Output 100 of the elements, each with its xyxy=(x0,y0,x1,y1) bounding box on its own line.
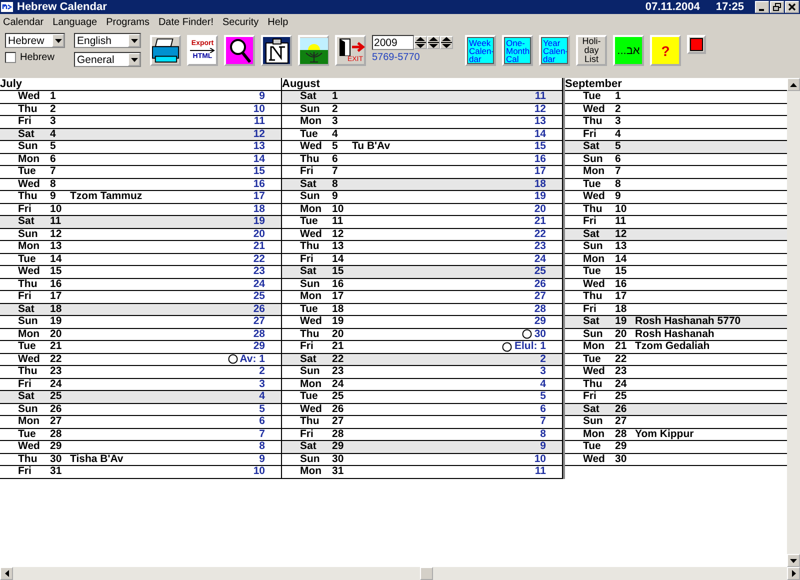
scroll-right-button[interactable] xyxy=(787,567,800,580)
day-row[interactable]: Wed 12 22 xyxy=(282,228,562,240)
day-row[interactable]: Sun 27 xyxy=(565,415,787,428)
day-row[interactable]: Thu 17 xyxy=(565,290,787,302)
day-row[interactable]: Tue 29 xyxy=(565,440,787,452)
day-row[interactable]: Thu 30 Tisha B'Av 9 xyxy=(0,452,281,465)
menu-item[interactable]: Calendar xyxy=(3,16,44,28)
day-row[interactable]: Wed 8 16 xyxy=(0,178,281,190)
letter-n-button[interactable] xyxy=(261,35,292,66)
day-row[interactable]: Tue 21 29 xyxy=(0,340,281,352)
day-row[interactable]: Sat 22 2 xyxy=(282,352,562,365)
language-dropdown[interactable]: English xyxy=(74,33,141,48)
vertical-scrollbar[interactable] xyxy=(787,78,800,567)
day-row[interactable]: Sat 8 18 xyxy=(282,178,562,190)
day-row[interactable]: Wed 2 xyxy=(565,102,787,115)
day-row[interactable]: Wed 22 Av: 1 xyxy=(0,352,281,365)
hebrew-checkbox[interactable]: Hebrew xyxy=(5,52,65,63)
year-field[interactable]: 2009 xyxy=(372,35,414,50)
calendar-dropdown[interactable]: Hebrew xyxy=(5,33,65,48)
day-row[interactable]: Fri 31 10 xyxy=(0,465,281,478)
menu-item[interactable]: Help xyxy=(268,16,288,28)
day-row[interactable]: Mon 31 11 xyxy=(282,465,562,478)
day-row[interactable]: Mon 27 6 xyxy=(0,415,281,428)
print-button[interactable] xyxy=(150,35,181,66)
day-row[interactable]: Wed 1 9 xyxy=(0,90,281,102)
day-row[interactable]: Sun 2 12 xyxy=(282,102,562,115)
day-row[interactable]: Sun 26 5 xyxy=(0,402,281,415)
day-row[interactable]: Mon 7 xyxy=(565,165,787,178)
day-row[interactable]: Sun 5 13 xyxy=(0,140,281,152)
day-row[interactable]: Mon 17 27 xyxy=(282,290,562,302)
day-row[interactable]: Sun 16 26 xyxy=(282,278,562,290)
day-row[interactable]: Tue 11 21 xyxy=(282,215,562,228)
day-row[interactable]: Tue 8 xyxy=(565,178,787,190)
day-row[interactable]: Sat 4 12 xyxy=(0,128,281,140)
day-row[interactable]: Mon 20 28 xyxy=(0,328,281,340)
day-row[interactable]: Sun 23 3 xyxy=(282,365,562,378)
day-row[interactable]: Mon 3 13 xyxy=(282,115,562,128)
day-row[interactable]: Sat 1 11 xyxy=(282,90,562,102)
hebrew-letters-button[interactable]: אב... xyxy=(613,35,644,66)
calendar-view-button[interactable]: One- Month Cal xyxy=(502,35,533,66)
menorah-sunrise-button[interactable] xyxy=(298,35,329,66)
day-row[interactable]: Wed 15 23 xyxy=(0,265,281,278)
day-row[interactable]: Sun 30 10 xyxy=(282,452,562,465)
spin-button[interactable] xyxy=(440,36,453,49)
menu-item[interactable]: Security xyxy=(222,16,259,28)
day-row[interactable]: Tue 22 xyxy=(565,352,787,365)
day-row[interactable]: Thu 3 xyxy=(565,115,787,128)
day-row[interactable]: Sat 11 19 xyxy=(0,215,281,228)
scroll-down-button[interactable] xyxy=(787,554,800,567)
menu-item[interactable]: Language xyxy=(52,16,98,28)
day-row[interactable]: Thu 10 xyxy=(565,202,787,215)
day-row[interactable]: Sat 29 9 xyxy=(282,440,562,452)
day-row[interactable]: Sat 25 4 xyxy=(0,390,281,402)
day-row[interactable]: Tue 25 5 xyxy=(282,390,562,402)
day-row[interactable]: Sat 12 xyxy=(565,228,787,240)
scroll-left-button[interactable] xyxy=(0,567,13,580)
scroll-up-button[interactable] xyxy=(787,78,800,91)
search-button[interactable] xyxy=(224,35,255,66)
close-button[interactable] xyxy=(785,1,799,13)
spin-button[interactable] xyxy=(427,36,440,49)
day-row[interactable]: Wed 23 xyxy=(565,365,787,378)
day-row[interactable]: Wed 29 8 xyxy=(0,440,281,452)
day-row[interactable]: Wed 5 Tu B'Av 15 xyxy=(282,140,562,152)
day-row[interactable]: Tue 4 14 xyxy=(282,128,562,140)
day-row[interactable]: Wed 9 xyxy=(565,190,787,202)
day-row[interactable]: Mon 10 20 xyxy=(282,202,562,215)
day-row[interactable]: Sat 18 26 xyxy=(0,302,281,315)
day-row[interactable]: Thu 6 16 xyxy=(282,152,562,165)
help-button[interactable]: ? xyxy=(650,35,681,66)
day-row[interactable]: Tue 1 xyxy=(565,90,787,102)
day-row[interactable]: Thu 20 30 xyxy=(282,328,562,340)
day-row[interactable]: Wed 16 xyxy=(565,278,787,290)
day-row[interactable]: Mon 6 14 xyxy=(0,152,281,165)
spin-button[interactable] xyxy=(414,36,427,49)
stop-button[interactable] xyxy=(687,35,706,54)
calendar-view-button[interactable]: Year Calen- dar xyxy=(539,35,570,66)
day-row[interactable]: Wed 30 xyxy=(565,452,787,466)
day-row[interactable]: Tue 28 7 xyxy=(0,428,281,440)
holiday-list-button[interactable]: Holi- day List xyxy=(576,35,607,66)
restore-button[interactable] xyxy=(770,1,784,13)
day-row[interactable]: Mon 28 Yom Kippur xyxy=(565,428,787,440)
day-row[interactable]: Thu 16 24 xyxy=(0,278,281,290)
day-row[interactable]: Thu 13 23 xyxy=(282,240,562,252)
day-row[interactable]: Mon 14 xyxy=(565,252,787,265)
day-row[interactable]: Tue 18 28 xyxy=(282,302,562,315)
horizontal-scrollbar[interactable] xyxy=(0,567,800,580)
day-row[interactable]: Wed 19 29 xyxy=(282,315,562,328)
day-row[interactable]: Thu 23 2 xyxy=(0,365,281,378)
day-row[interactable]: Wed 26 6 xyxy=(282,402,562,415)
day-row[interactable]: Sun 6 xyxy=(565,152,787,165)
day-row[interactable]: Thu 27 7 xyxy=(282,415,562,428)
day-row[interactable]: Mon 21 Tzom Gedaliah xyxy=(565,340,787,352)
day-row[interactable]: Sat 5 xyxy=(565,140,787,152)
scroll-thumb[interactable] xyxy=(420,567,433,580)
day-row[interactable]: Sat 19 Rosh Hashanah 5770 xyxy=(565,315,787,328)
day-row[interactable]: Sun 13 xyxy=(565,240,787,252)
day-row[interactable]: Thu 2 10 xyxy=(0,102,281,115)
day-row[interactable]: Tue 7 15 xyxy=(0,165,281,178)
day-row[interactable]: Sun 20 Rosh Hashanah xyxy=(565,328,787,340)
day-row[interactable]: Sun 19 27 xyxy=(0,315,281,328)
